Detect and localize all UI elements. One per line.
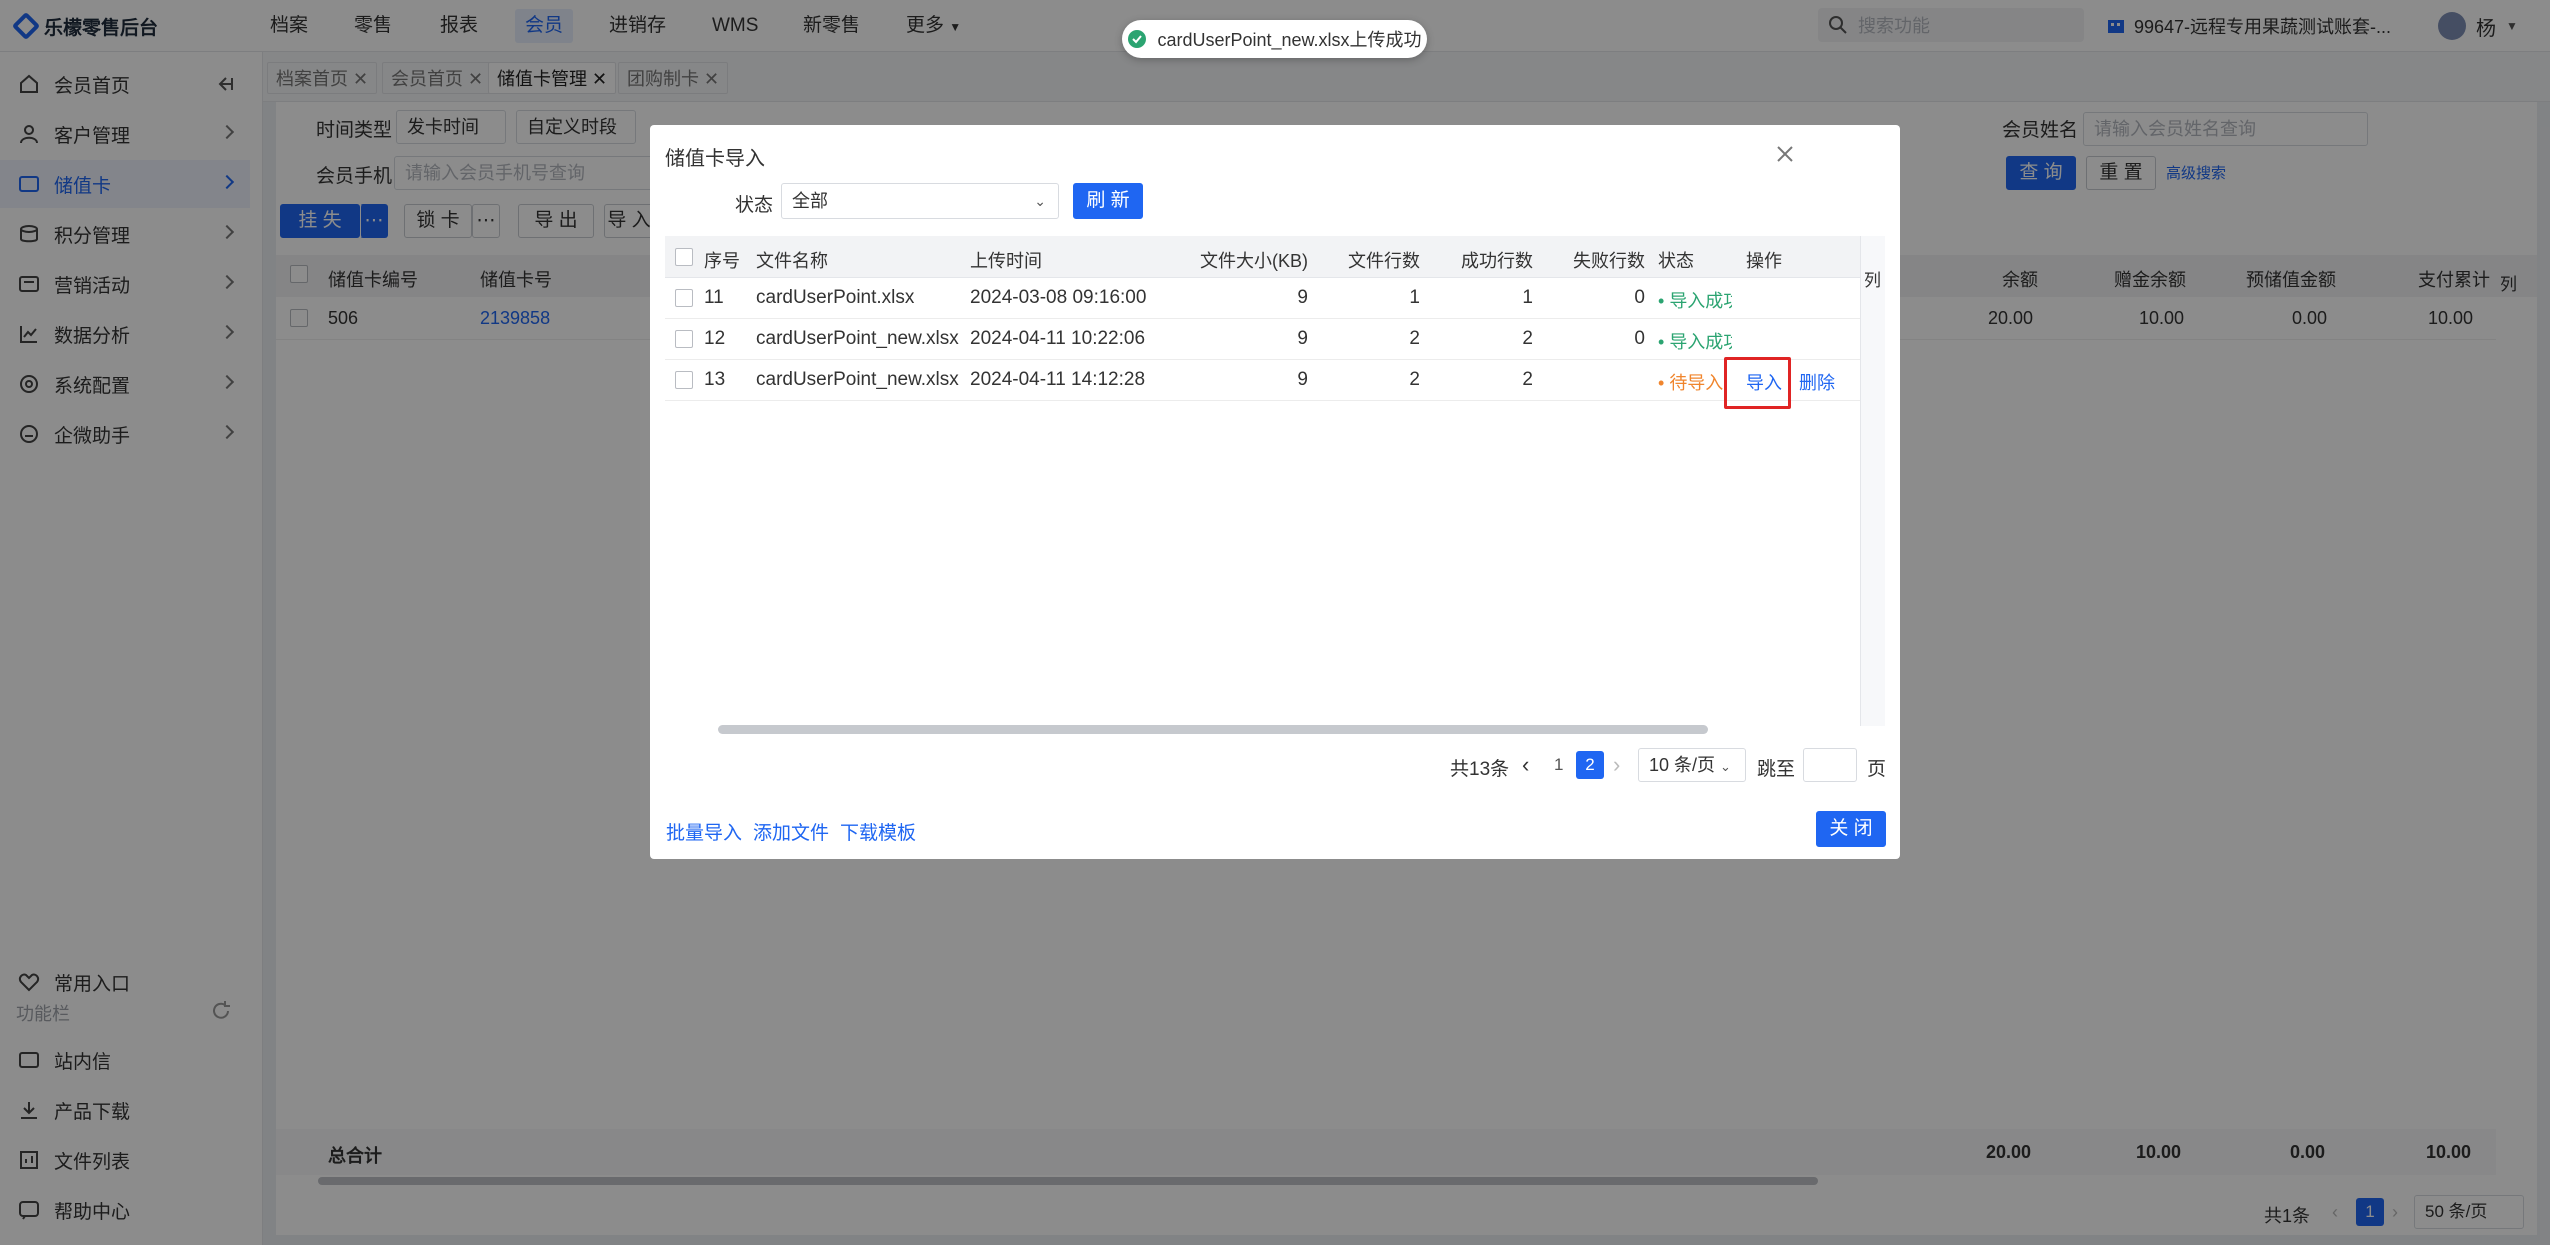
- cell-no: 11: [704, 287, 724, 308]
- column-header: 文件名称: [756, 251, 828, 271]
- close-icon[interactable]: [1776, 145, 1794, 163]
- cell-name: cardUserPoint_new.xlsx: [756, 328, 959, 349]
- page-size-select[interactable]: 10 条/页 ⌄: [1638, 748, 1746, 782]
- upload-success-toast: cardUserPoint_new.xlsx上传成功: [1122, 20, 1427, 58]
- check-circle-icon: [1128, 30, 1147, 48]
- select-all-checkbox[interactable]: [675, 248, 693, 266]
- highlight-box: [1724, 357, 1791, 409]
- horizontal-scrollbar[interactable]: [718, 725, 1708, 734]
- status-badge: • 导入成功: [1658, 287, 1732, 313]
- jump-page-input[interactable]: [1803, 748, 1857, 782]
- import-table: 序号 文件名称 上传时间 文件大小(KB) 文件行数 成功行数 失败行数 状态 …: [665, 236, 1885, 726]
- toast-message: cardUserPoint_new.xlsx上传成功: [1157, 30, 1422, 50]
- cell-size: 9: [1297, 287, 1308, 308]
- total-count: 共13条: [1450, 759, 1510, 780]
- table-row[interactable]: 13 cardUserPoint_new.xlsx 2024-04-11 14:12…: [665, 357, 1860, 409]
- page-number[interactable]: 1: [1554, 755, 1563, 775]
- jump-to-label: 跳至: [1757, 759, 1796, 780]
- cell-time: 2024-04-11 14:12:28: [970, 369, 1146, 390]
- close-button[interactable]: 关 闭: [1816, 811, 1886, 847]
- status-filter-label: 状态: [735, 195, 774, 216]
- status-select[interactable]: 全部 ⌄: [781, 183, 1059, 219]
- cell-success: 1: [1522, 287, 1533, 308]
- cell-lines: 2: [1409, 328, 1420, 349]
- column-header: 失败行数: [1573, 251, 1645, 271]
- current-page[interactable]: 2: [1576, 751, 1604, 779]
- dialog-title: 储值卡导入: [665, 148, 765, 170]
- status-text: 导入成功: [1669, 332, 1732, 352]
- status-dot-icon: •: [1658, 291, 1670, 311]
- column-header: 序号: [704, 251, 740, 271]
- cell-name: cardUserPoint.xlsx: [756, 287, 915, 308]
- row-checkbox[interactable]: [675, 330, 693, 348]
- column-header: 上传时间: [970, 251, 1042, 271]
- column-header: 文件大小(KB): [1200, 251, 1308, 271]
- cell-success: 2: [1522, 369, 1533, 390]
- delete-action-button[interactable]: 删除: [1799, 369, 1835, 395]
- chevron-down-icon: ⌄: [1034, 193, 1046, 209]
- status-badge: • 待导入: [1658, 369, 1732, 395]
- table-right-gutter: [1860, 236, 1885, 726]
- cell-no: 13: [704, 369, 726, 390]
- cell-fail: 0: [1634, 328, 1645, 349]
- cell-lines: 2: [1409, 369, 1420, 390]
- cell-no: 12: [704, 328, 726, 349]
- card-import-dialog: 储值卡导入 状态 全部 ⌄ 刷 新 序号 文件名称 上传时间 文件大小(KB) …: [650, 125, 1900, 859]
- prev-page-icon[interactable]: ‹: [1522, 752, 1529, 778]
- column-header: 成功行数: [1461, 251, 1533, 271]
- cell-fail: 0: [1634, 287, 1645, 308]
- cell-time: 2024-03-08 09:16:00: [970, 287, 1147, 308]
- page-size-value: 10 条/页: [1649, 755, 1716, 775]
- row-checkbox[interactable]: [675, 371, 693, 389]
- row-checkbox[interactable]: [675, 289, 693, 307]
- add-file-link[interactable]: 添加文件: [753, 818, 829, 845]
- cell-time: 2024-04-11 10:22:06: [970, 328, 1146, 349]
- cell-lines: 1: [1409, 287, 1420, 308]
- column-settings-icon[interactable]: 列: [1864, 266, 1881, 291]
- status-dot-icon: •: [1658, 373, 1670, 393]
- column-header: 操作: [1746, 251, 1782, 271]
- download-template-link[interactable]: 下载模板: [840, 818, 916, 845]
- column-header: 文件行数: [1348, 251, 1420, 271]
- cell-size: 9: [1297, 328, 1308, 349]
- page-unit-label: 页: [1867, 759, 1887, 780]
- chevron-down-icon: ⌄: [1720, 759, 1731, 774]
- status-select-value: 全部: [792, 191, 828, 211]
- next-page-icon[interactable]: ›: [1613, 752, 1620, 778]
- cell-success: 2: [1522, 328, 1533, 349]
- cell-size: 9: [1297, 369, 1308, 390]
- status-text: 导入成功: [1669, 291, 1732, 311]
- table-row[interactable]: 11 cardUserPoint.xlsx 2024-03-08 09:16:00 9…: [665, 278, 1860, 319]
- status-dot-icon: •: [1658, 332, 1670, 352]
- batch-import-link[interactable]: 批量导入: [666, 818, 742, 845]
- column-header: 状态: [1658, 251, 1694, 271]
- cell-name: cardUserPoint_new.xlsx: [756, 369, 959, 390]
- status-badge: • 导入成功: [1658, 328, 1732, 354]
- status-text: 待导入: [1669, 373, 1724, 393]
- refresh-button[interactable]: 刷 新: [1073, 183, 1143, 219]
- table-row[interactable]: 12 cardUserPoint_new.xlsx 2024-04-11 10:22…: [665, 319, 1860, 360]
